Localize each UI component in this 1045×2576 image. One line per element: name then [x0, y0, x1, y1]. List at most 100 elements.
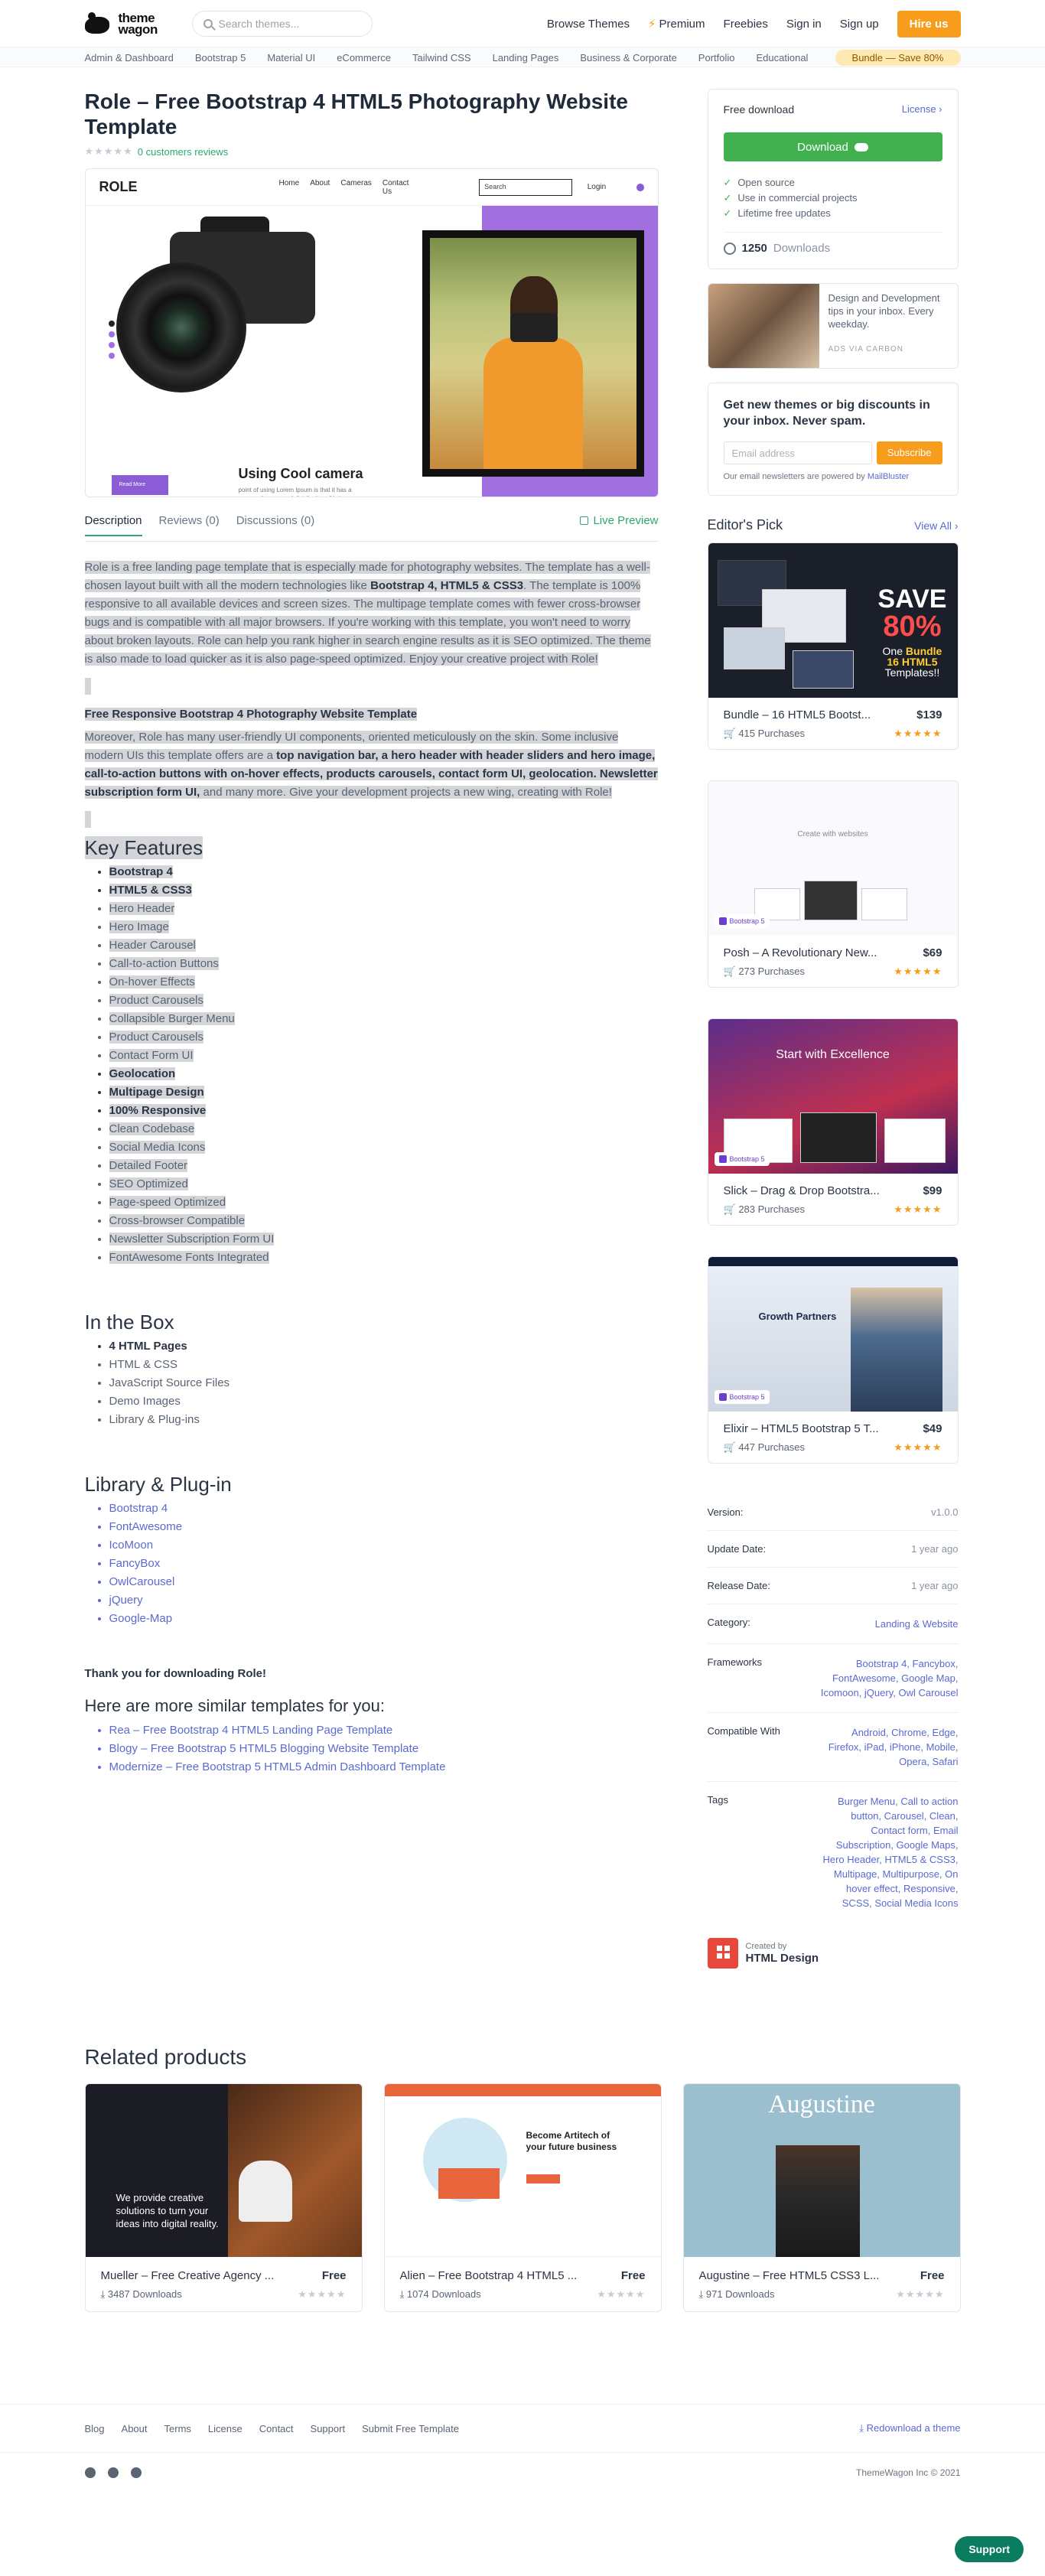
feature-item: Detailed Footer: [109, 1157, 659, 1175]
nav-freebies[interactable]: Freebies: [724, 18, 768, 31]
spec-row: Frameworks Bootstrap 4, Fancybox, FontAwe…: [707, 1644, 959, 1713]
similar-template-link[interactable]: Modernize – Free Bootstrap 5 HTML5 Admin…: [109, 1758, 659, 1776]
newsletter-card: Get new themes or big discounts in your …: [707, 383, 959, 496]
rating-stars-icon: ★★★★★: [597, 2288, 646, 2300]
redownload-link[interactable]: ⤓ Redownload a theme: [859, 2422, 960, 2434]
library-link[interactable]: OwlCarousel: [109, 1573, 659, 1591]
description-paragraph: Role is a free landing page template tha…: [84, 561, 651, 666]
category-link[interactable]: Material UI: [267, 52, 315, 64]
nav-sign-in[interactable]: Sign in: [786, 18, 822, 31]
carbon-ad[interactable]: Design and Development tips in your inbo…: [707, 283, 959, 369]
editors-pick-card[interactable]: Start with Excellence Bootstrap 5 Slick …: [707, 1018, 959, 1226]
top-nav: Browse Themes ⚡ Premium Freebies Sign in …: [547, 10, 961, 37]
feature-item: FontAwesome Fonts Integrated: [109, 1249, 659, 1267]
search-input[interactable]: Search themes...: [219, 18, 300, 30]
box-item: JavaScript Source Files: [109, 1374, 659, 1392]
pinterest-icon[interactable]: [130, 2467, 142, 2478]
footer-link-blog[interactable]: Blog: [85, 2423, 105, 2434]
product-tabs: Description Reviews (0) Discussions (0) …: [84, 514, 659, 542]
spec-label: Category:: [707, 1617, 750, 1628]
posh-thumbnail: Create with websites Bootstrap 5: [708, 781, 958, 936]
related-card[interactable]: Augustine Augustine – Free HTML5 CSS3 L.…: [682, 2083, 961, 2312]
nav-browse-themes[interactable]: Browse Themes: [547, 18, 630, 31]
footer-link-terms[interactable]: Terms: [164, 2423, 191, 2434]
tab-description[interactable]: Description: [84, 514, 142, 536]
nav-premium[interactable]: ⚡ Premium: [648, 17, 705, 31]
augustine-thumbnail: Augustine: [683, 2084, 960, 2257]
spec-value[interactable]: Bootstrap 4, Fancybox, FontAwesome, Goog…: [821, 1656, 959, 1700]
search-box[interactable]: Search themes...: [191, 11, 373, 37]
category-link[interactable]: Portfolio: [698, 52, 735, 64]
spec-value[interactable]: Android, Chrome, Edge, Firefox, iPad, iP…: [821, 1725, 959, 1769]
tab-reviews[interactable]: Reviews (0): [159, 514, 220, 535]
facebook-icon[interactable]: [84, 2467, 96, 2478]
purchases-count: 🛒 273 Purchases: [723, 966, 806, 977]
download-button[interactable]: Download: [723, 132, 942, 161]
similar-template-link[interactable]: Rea – Free Bootstrap 4 HTML5 Landing Pag…: [109, 1721, 659, 1740]
footer-link-contact[interactable]: Contact: [259, 2423, 294, 2434]
category-link[interactable]: Landing Pages: [493, 52, 559, 64]
footer-link-about[interactable]: About: [122, 2423, 148, 2434]
download-card: Free download License › Download Open sou…: [707, 89, 959, 269]
product-price: $99: [923, 1184, 942, 1197]
category-link[interactable]: Educational: [757, 52, 809, 64]
preview-login: Login: [587, 183, 607, 191]
photographer-image: [422, 230, 644, 477]
nav-sign-up[interactable]: Sign up: [840, 18, 879, 31]
similar-templates-heading: Here are more similar templates for you:: [84, 1696, 385, 1715]
feature-item: On-hover Effects: [109, 973, 659, 992]
view-all-link[interactable]: View All ›: [914, 519, 958, 532]
footer-link-submit[interactable]: Submit Free Template: [362, 2423, 459, 2434]
editors-pick-card[interactable]: Growth Partners Bootstrap 5 Elixir – HTM…: [707, 1256, 959, 1464]
x-twitter-icon[interactable]: [107, 2467, 119, 2478]
footer-link-license[interactable]: License: [208, 2423, 243, 2434]
category-link[interactable]: Business & Corporate: [580, 52, 676, 64]
purchases-count: 🛒 283 Purchases: [723, 1203, 806, 1215]
bundle-save-pill[interactable]: Bundle — Save 80%: [835, 49, 961, 66]
related-card[interactable]: Become Artitech of your future business …: [383, 2083, 662, 2312]
library-link[interactable]: IcoMoon: [109, 1536, 659, 1555]
category-link[interactable]: Admin & Dashboard: [85, 52, 174, 64]
library-link[interactable]: FontAwesome: [109, 1518, 659, 1536]
feature-item: Collapsible Burger Menu: [109, 1010, 659, 1028]
similar-template-link[interactable]: Blogy – Free Bootstrap 5 HTML5 Blogging …: [109, 1740, 659, 1758]
rating-stars-icon: ★★★★★: [896, 2288, 945, 2300]
tab-discussions[interactable]: Discussions (0): [236, 514, 315, 535]
license-link[interactable]: License ›: [902, 103, 942, 116]
subscribe-button[interactable]: Subscribe: [876, 441, 942, 464]
live-preview-link[interactable]: Live Preview: [580, 514, 659, 527]
spec-value[interactable]: Burger Menu, Call to action button, Caro…: [821, 1794, 958, 1910]
mailbluster-link[interactable]: MailBluster: [868, 472, 909, 481]
reviews-link[interactable]: 0 customers reviews: [138, 146, 228, 158]
library-link[interactable]: Google-Map: [109, 1610, 659, 1628]
category-link[interactable]: Tailwind CSS: [412, 52, 471, 64]
footer-link-support[interactable]: Support: [311, 2423, 346, 2434]
spec-label: Tags: [707, 1794, 728, 1806]
spec-value[interactable]: Landing & Website: [821, 1617, 959, 1631]
cloud-download-icon: [854, 142, 868, 151]
category-link[interactable]: eCommerce: [337, 52, 391, 64]
related-card[interactable]: We provide creative solutions to turn yo…: [84, 2083, 363, 2312]
logo[interactable]: theme wagon: [84, 11, 177, 36]
template-preview-image[interactable]: ROLE Home About Cameras Contact Us Searc…: [84, 168, 659, 497]
email-field[interactable]: Email address: [723, 441, 872, 464]
library-link[interactable]: jQuery: [109, 1591, 659, 1610]
support-chat-button[interactable]: Support: [955, 2536, 1024, 2562]
spec-row: Version: v1.0.0: [707, 1494, 959, 1531]
download-benefits: Open source Use in commercial projects L…: [724, 175, 942, 221]
category-link[interactable]: Bootstrap 5: [195, 52, 246, 64]
spec-row: Compatible With Android, Chrome, Edge, Fi…: [707, 1713, 959, 1782]
spec-row: Release Date: 1 year ago: [707, 1568, 959, 1604]
creator[interactable]: Created by HTML Design: [707, 1938, 959, 1969]
description-subheading: Free Responsive Bootstrap 4 Photography …: [84, 708, 418, 721]
library-link[interactable]: FancyBox: [109, 1555, 659, 1573]
category-bar: Admin & Dashboard Bootstrap 5 Material U…: [0, 47, 1045, 67]
library-link[interactable]: Bootstrap 4: [109, 1500, 659, 1518]
hire-us-button[interactable]: Hire us: [897, 10, 961, 37]
editors-pick-card[interactable]: Create with websites Bootstrap 5 Posh – …: [707, 780, 959, 988]
thanks-text: Thank you for downloading Role!: [84, 1667, 267, 1680]
ad-text: Design and Development tips in your inbo…: [828, 292, 940, 330]
editors-pick-card[interactable]: SAVE 80% One Bundle 16 HTML5 Templates!! B…: [707, 542, 959, 750]
feature-item: 100% Responsive: [109, 1102, 659, 1120]
feature-item: Clean Codebase: [109, 1120, 659, 1138]
